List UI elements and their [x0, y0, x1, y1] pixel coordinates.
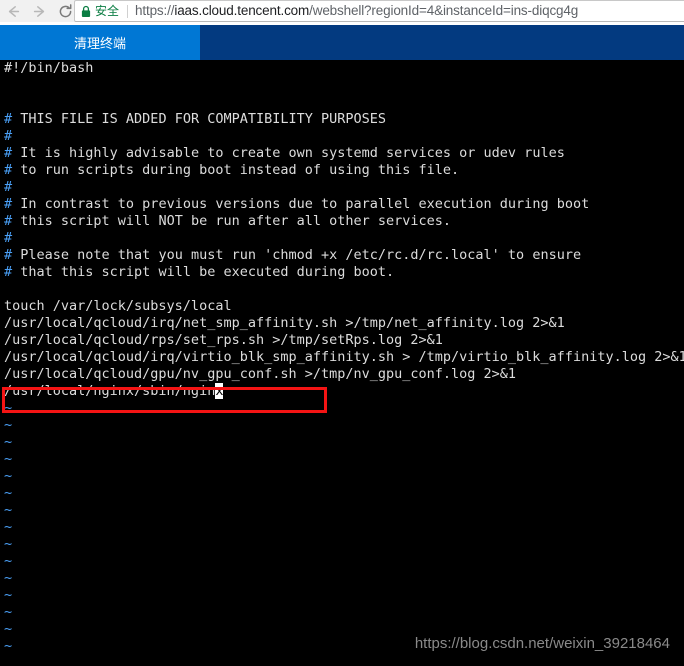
terminal-line-text: ~ [4, 570, 13, 586]
terminal-line: /usr/local/qcloud/irq/net_smp_affinity.s… [0, 315, 684, 332]
terminal-line-text: ~ [4, 536, 13, 552]
terminal-line: /usr/local/nginx/sbin/nginx [0, 383, 684, 400]
terminal-line: ~ [0, 468, 684, 485]
terminal-line: ~ [0, 451, 684, 468]
terminal-line-text: ~ [4, 417, 13, 433]
terminal-line-text: In contrast to previous versions due to … [12, 196, 590, 212]
terminal-line-text: ~ [4, 434, 13, 450]
comment-marker: # [4, 128, 13, 144]
terminal-line-text: ~ [4, 519, 13, 535]
back-arrow-icon [5, 3, 22, 20]
terminal-line-text: ~ [4, 621, 13, 637]
terminal-line [0, 77, 684, 94]
terminal-line: touch /var/lock/subsys/local [0, 298, 684, 315]
terminal-line-text: that this script will be executed during… [12, 264, 395, 280]
terminal-line: # this script will NOT be run after all … [0, 213, 684, 230]
terminal-line-text: ~ [4, 604, 13, 620]
terminal-line-text: It is highly advisable to create own sys… [12, 145, 565, 161]
comment-marker: # [4, 179, 13, 195]
omnibox-divider [127, 4, 129, 18]
clear-terminal-button[interactable]: 清理终端 [0, 25, 200, 60]
terminal-line-text: /usr/local/nginx/sbin/ngin [4, 383, 216, 399]
comment-marker: # [4, 111, 13, 127]
terminal-line-text: touch /var/lock/subsys/local [4, 298, 232, 314]
terminal-line-text [4, 281, 12, 297]
terminal-line: # that this script will be executed duri… [0, 264, 684, 281]
terminal-line: # It is highly advisable to create own s… [0, 145, 684, 162]
terminal-line-text: THIS FILE IS ADDED FOR COMPATIBILITY PUR… [12, 111, 387, 127]
comment-marker: # [4, 264, 13, 280]
terminal-line-text: #!/bin/bash [4, 60, 94, 76]
terminal-line-list: #!/bin/bash # THIS FILE IS ADDED FOR COM… [0, 60, 684, 655]
terminal-line: /usr/local/qcloud/gpu/nv_gpu_conf.sh >/t… [0, 366, 684, 383]
terminal-line-text: /usr/local/qcloud/rps/set_rps.sh >/tmp/s… [4, 332, 443, 348]
browser-toolbar: 安全 https://iaas.cloud.tencent.com/webshe… [0, 0, 684, 22]
comment-marker: # [4, 196, 13, 212]
terminal-line: # to run scripts during boot instead of … [0, 162, 684, 179]
terminal-line: ~ [0, 400, 684, 417]
comment-marker: # [4, 213, 13, 229]
address-bar[interactable]: 安全 https://iaas.cloud.tencent.com/webshe… [74, 0, 684, 22]
terminal-line-text: /usr/local/qcloud/irq/net_smp_affinity.s… [4, 315, 565, 331]
terminal-line-text: ~ [4, 468, 13, 484]
terminal-line: ~ [0, 485, 684, 502]
terminal-line-text: ~ [4, 400, 13, 416]
url-text[interactable]: https://iaas.cloud.tencent.com/webshell?… [135, 1, 684, 21]
terminal-line-text: ~ [4, 638, 13, 654]
terminal-line: ~ [0, 553, 684, 570]
terminal-line-text: /usr/local/qcloud/irq/virtio_blk_smp_aff… [4, 349, 684, 365]
terminal-line-text: ~ [4, 485, 13, 501]
terminal-line: ~ [0, 604, 684, 621]
lock-icon [81, 5, 91, 18]
url-scheme: https:// [135, 3, 175, 18]
terminal-line: # [0, 179, 684, 196]
terminal-line: /usr/local/qcloud/irq/virtio_blk_smp_aff… [0, 349, 684, 366]
terminal-output[interactable]: #!/bin/bash # THIS FILE IS ADDED FOR COM… [0, 60, 684, 666]
terminal-line: ~ [0, 587, 684, 604]
terminal-line: ~ [0, 434, 684, 451]
terminal-line: # THIS FILE IS ADDED FOR COMPATIBILITY P… [0, 111, 684, 128]
terminal-line-text: to run scripts during boot instead of us… [12, 162, 460, 178]
webshell-toolbar: 清理终端 [0, 25, 684, 60]
terminal-line-text: this script will NOT be run after all ot… [12, 213, 452, 229]
terminal-line: # Please note that you must run 'chmod +… [0, 247, 684, 264]
url-host: iaas.cloud.tencent.com [174, 3, 310, 18]
forward-arrow-icon [31, 3, 48, 20]
comment-marker: # [4, 162, 13, 178]
terminal-line: ~ [0, 417, 684, 434]
terminal-line-text: ~ [4, 587, 13, 603]
terminal-line: # [0, 230, 684, 247]
terminal-line: # [0, 128, 684, 145]
terminal-line-text: Please note that you must run 'chmod +x … [12, 247, 582, 263]
terminal-line-text [4, 77, 12, 93]
terminal-line: #!/bin/bash [0, 60, 684, 77]
comment-marker: # [4, 247, 13, 263]
back-button[interactable] [0, 0, 26, 22]
security-status-label: 安全 [95, 4, 120, 18]
terminal-line: ~ [0, 502, 684, 519]
terminal-line-text: ~ [4, 451, 13, 467]
terminal-line-text [4, 94, 12, 110]
url-path: /webshell?regionId=4&instanceId=ins-diqc… [309, 3, 579, 18]
terminal-line: ~ [0, 536, 684, 553]
comment-marker: # [4, 145, 13, 161]
comment-marker: # [4, 230, 13, 246]
terminal-line: ~ [0, 570, 684, 587]
terminal-line: /usr/local/qcloud/rps/set_rps.sh >/tmp/s… [0, 332, 684, 349]
terminal-cursor: x [215, 383, 224, 399]
terminal-line [0, 281, 684, 298]
watermark-text: https://blog.csdn.net/weixin_39218464 [414, 635, 670, 652]
reload-icon [57, 3, 74, 20]
terminal-line [0, 94, 684, 111]
terminal-line: ~ [0, 519, 684, 536]
forward-button[interactable] [26, 0, 52, 22]
terminal-line-text: /usr/local/qcloud/gpu/nv_gpu_conf.sh >/t… [4, 366, 517, 382]
terminal-line-text: ~ [4, 502, 13, 518]
terminal-line: # In contrast to previous versions due t… [0, 196, 684, 213]
terminal-line-text: ~ [4, 553, 13, 569]
